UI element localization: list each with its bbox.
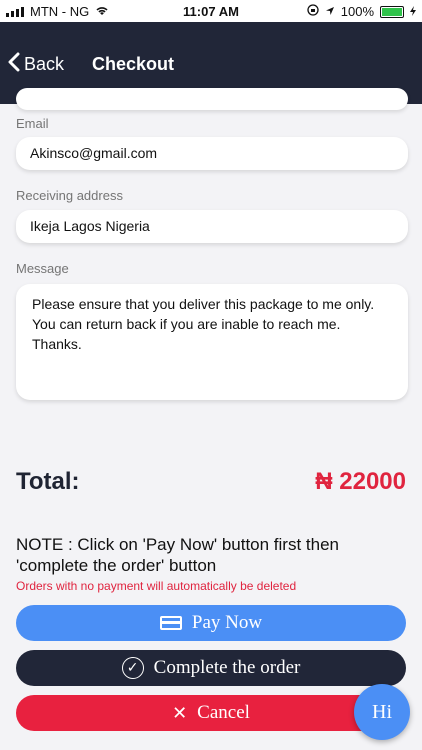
- chevron-left-icon: [8, 52, 20, 77]
- chat-bubble-button[interactable]: Hi: [354, 684, 410, 740]
- location-icon: [325, 4, 335, 19]
- cancel-button[interactable]: ✕ Cancel: [16, 695, 406, 731]
- page-title: Checkout: [92, 54, 175, 74]
- checkout-form: Email Akinsco@gmail.com Receiving addres…: [0, 88, 422, 750]
- battery-percent: 100%: [340, 4, 374, 19]
- address-label: Receiving address: [16, 188, 123, 203]
- email-field[interactable]: Akinsco@gmail.com: [16, 137, 408, 170]
- lock-rotation-icon: [307, 4, 319, 19]
- total-label: Total:: [16, 468, 80, 495]
- cancel-label: Cancel: [197, 702, 250, 723]
- close-icon: ✕: [172, 702, 188, 724]
- address-field[interactable]: Ikeja Lagos Nigeria: [16, 210, 408, 243]
- email-label: Email: [16, 116, 49, 131]
- complete-order-button[interactable]: ✓ Complete the order: [16, 650, 406, 686]
- previous-field[interactable]: [16, 88, 408, 110]
- payment-warning: Orders with no payment will automaticall…: [16, 579, 297, 593]
- message-field[interactable]: Please ensure that you deliver this pack…: [16, 284, 408, 400]
- status-bar: MTN - NG 11:07 AM 100%: [0, 0, 422, 22]
- check-circle-icon: ✓: [121, 657, 144, 679]
- pay-now-button[interactable]: Pay Now: [16, 605, 406, 641]
- complete-order-label: Complete the order: [153, 657, 301, 678]
- message-label: Message: [16, 261, 69, 276]
- battery-icon: [380, 5, 404, 18]
- pay-now-label: Pay Now: [191, 612, 263, 633]
- credit-card-icon: [159, 616, 182, 630]
- total-value: ₦ 22000: [315, 468, 406, 495]
- back-button[interactable]: Back: [8, 52, 64, 77]
- charging-icon: [410, 4, 416, 19]
- back-label: Back: [24, 54, 65, 74]
- chat-label: Hi: [372, 700, 392, 723]
- status-right: 100%: [307, 4, 416, 19]
- payment-note: NOTE : Click on 'Pay Now' button first t…: [16, 535, 339, 575]
